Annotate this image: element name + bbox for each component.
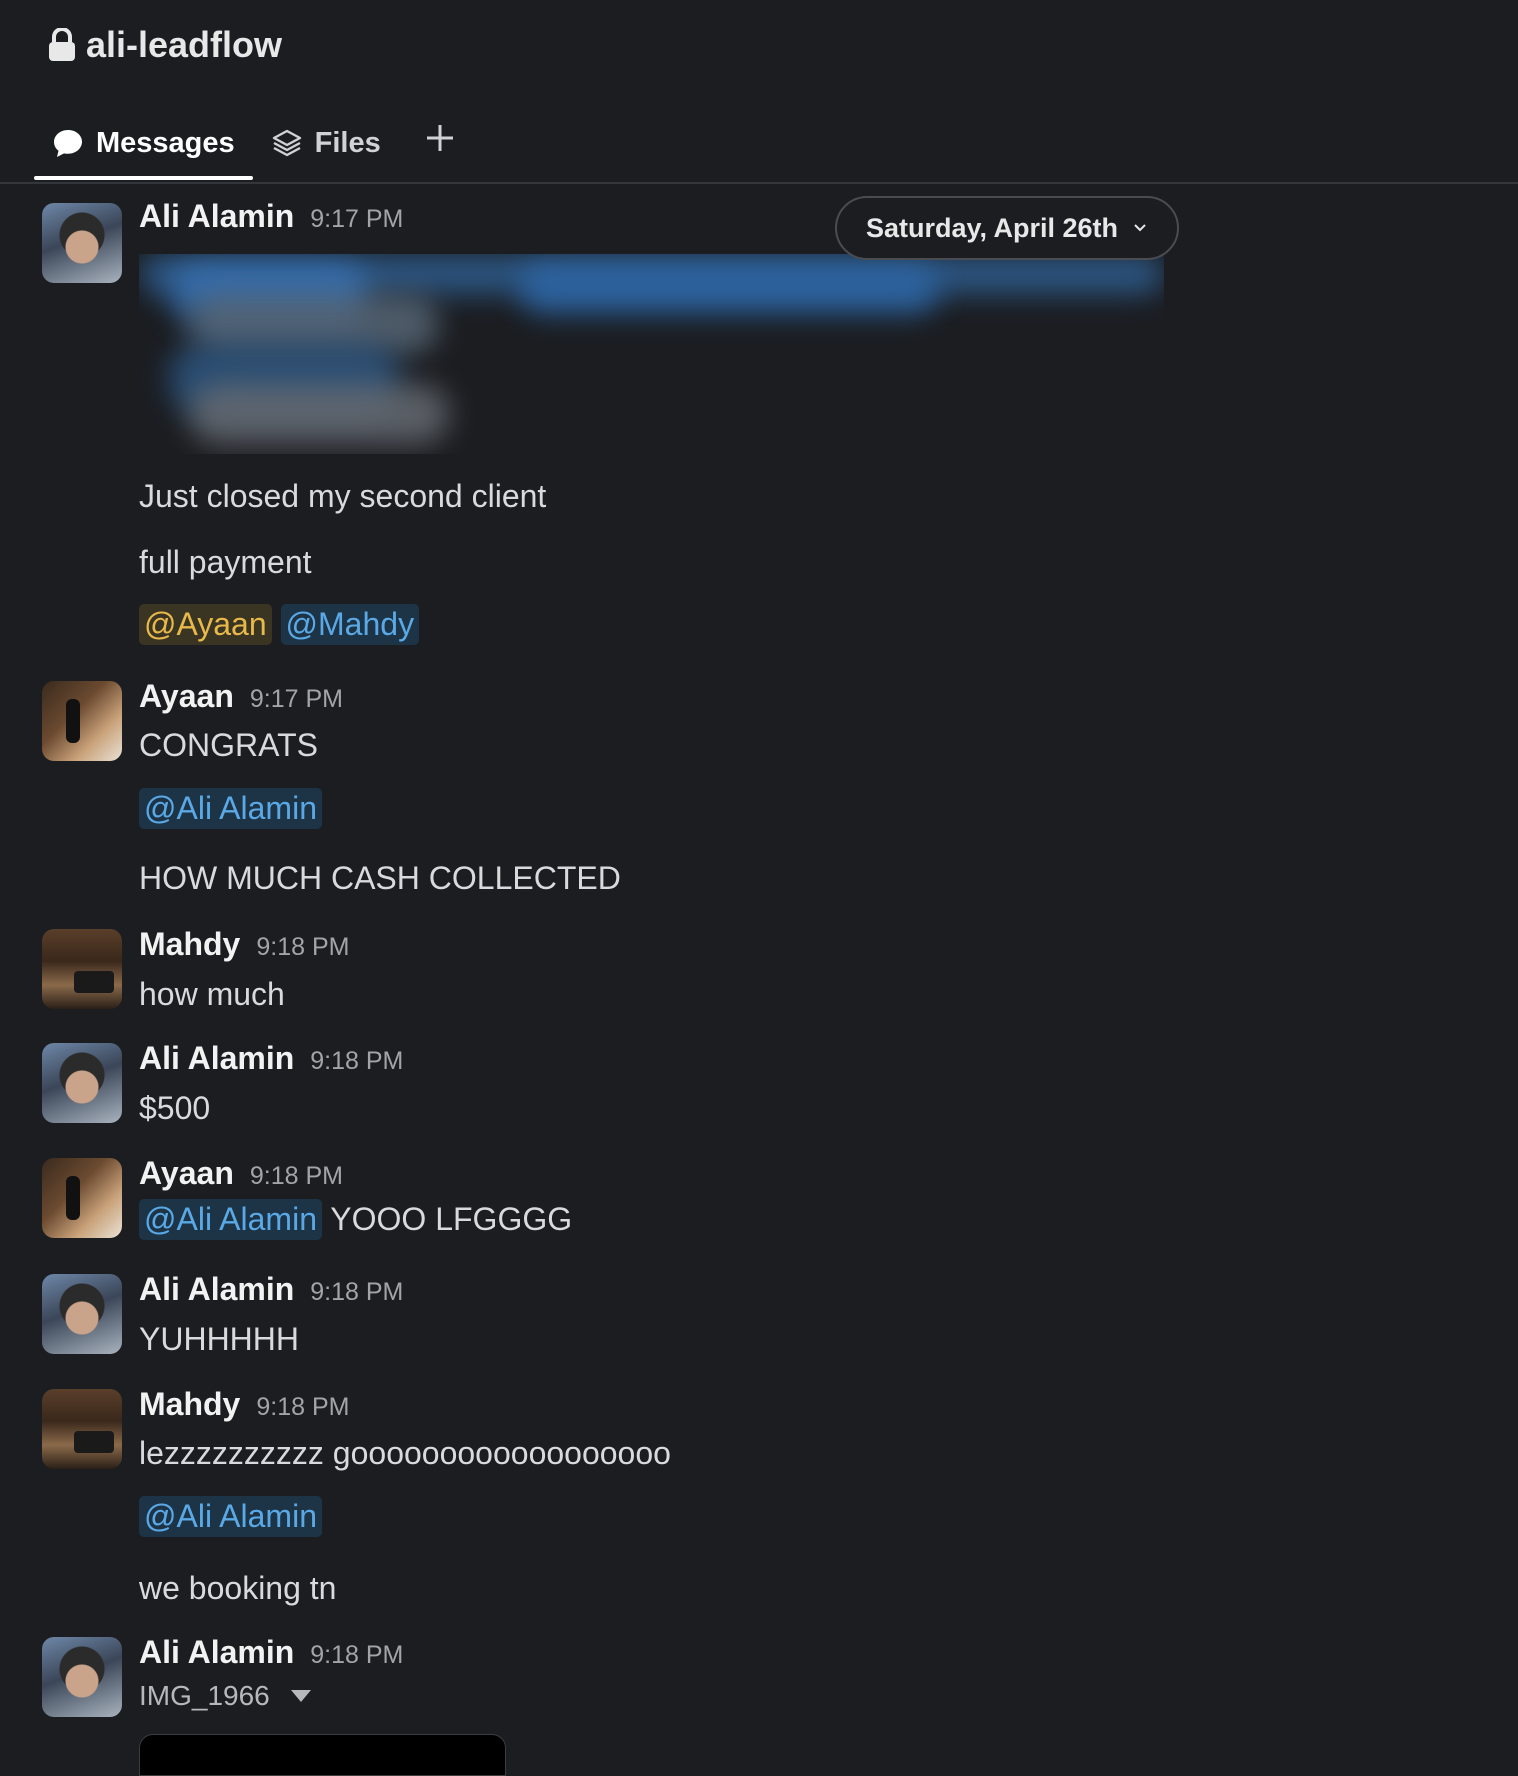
channel-title[interactable]: ali-leadflow — [48, 24, 282, 66]
caret-down-icon — [290, 1690, 311, 1702]
mention[interactable]: @Ali Alamin — [139, 1199, 322, 1240]
date-divider-label: Saturday, April 26th — [865, 212, 1119, 243]
blurred-image-attachment[interactable] — [139, 254, 1164, 454]
message-timestamp[interactable]: 9:18 PM — [310, 1641, 403, 1670]
channel-header: ali-leadflow Messages Files — [0, 0, 1518, 184]
message-text: we booking tn — [139, 1570, 337, 1606]
message-text: YUHHHHH — [139, 1321, 299, 1357]
message-text: lezzzzzzzzzz goooooooooooooooooo — [139, 1435, 671, 1471]
message-text: Just closed my second client — [139, 478, 547, 514]
message-text: @Ali Alamin YOOO LFGGGG — [139, 1199, 572, 1240]
message-timestamp[interactable]: 9:18 PM — [250, 1162, 343, 1191]
mention[interactable]: @Ali Alamin — [139, 1496, 322, 1537]
channel-name: ali-leadflow — [86, 24, 283, 65]
message-timestamp[interactable]: 9:17 PM — [310, 205, 403, 234]
avatar[interactable] — [42, 203, 122, 283]
tab-messages[interactable]: Messages — [34, 121, 253, 180]
avatar[interactable] — [42, 1274, 122, 1354]
message-text: HOW MUCH CASH COLLECTED — [139, 860, 621, 896]
tab-messages-label: Messages — [96, 126, 235, 159]
message-timestamp[interactable]: 9:17 PM — [250, 685, 343, 714]
message-author[interactable]: Mahdy — [139, 1386, 240, 1423]
message-timestamp[interactable]: 9:18 PM — [256, 933, 349, 962]
message-timestamp[interactable]: 9:18 PM — [310, 1047, 403, 1076]
chevron-down-icon — [1134, 224, 1146, 232]
message-author[interactable]: Ayaan — [139, 1155, 234, 1192]
mention[interactable]: @Mahdy — [280, 604, 420, 645]
message-mentions: @Ali Alamin — [139, 1496, 322, 1537]
message-text: $500 — [139, 1090, 211, 1126]
avatar[interactable] — [42, 1043, 122, 1123]
avatar[interactable] — [42, 1637, 122, 1717]
file-preview[interactable] — [139, 1734, 506, 1776]
avatar[interactable] — [42, 1158, 122, 1238]
add-tab-button[interactable] — [399, 118, 471, 182]
message-author[interactable]: Ayaan — [139, 678, 234, 715]
message-author[interactable]: Ali Alamin — [139, 1634, 294, 1671]
layers-icon — [272, 129, 301, 157]
file-attachment-toggle[interactable]: IMG_1966 — [139, 1680, 312, 1712]
header-divider — [0, 182, 1518, 184]
message-mentions: @Ayaan @Mahdy — [139, 604, 420, 645]
file-name: IMG_1966 — [139, 1680, 270, 1711]
message-text: how much — [139, 976, 285, 1012]
message-text: full payment — [139, 544, 312, 580]
channel-tabs: Messages Files — [34, 118, 471, 182]
lock-icon — [49, 28, 75, 61]
message-author[interactable]: Ali Alamin — [139, 1040, 294, 1077]
message-timestamp[interactable]: 9:18 PM — [256, 1393, 349, 1422]
mention[interactable]: @Ali Alamin — [139, 788, 322, 829]
message-text-rest: YOOO LFGGGG — [321, 1201, 573, 1237]
message-bubble-icon — [54, 130, 82, 157]
date-divider-button[interactable]: Saturday, April 26th — [835, 196, 1179, 260]
message-author[interactable]: Mahdy — [139, 926, 240, 963]
message-mentions: @Ali Alamin — [139, 788, 322, 829]
plus-icon — [426, 125, 453, 151]
message-timestamp[interactable]: 9:18 PM — [310, 1278, 403, 1307]
avatar[interactable] — [42, 681, 122, 761]
message-text: CONGRATS — [139, 727, 318, 763]
tab-files[interactable]: Files — [253, 121, 399, 180]
message-author[interactable]: Ali Alamin — [139, 1271, 294, 1308]
avatar[interactable] — [42, 1389, 122, 1469]
tab-files-label: Files — [314, 126, 381, 159]
message-author[interactable]: Ali Alamin — [139, 198, 294, 235]
mention[interactable]: @Ayaan — [139, 604, 272, 645]
avatar[interactable] — [42, 929, 122, 1009]
